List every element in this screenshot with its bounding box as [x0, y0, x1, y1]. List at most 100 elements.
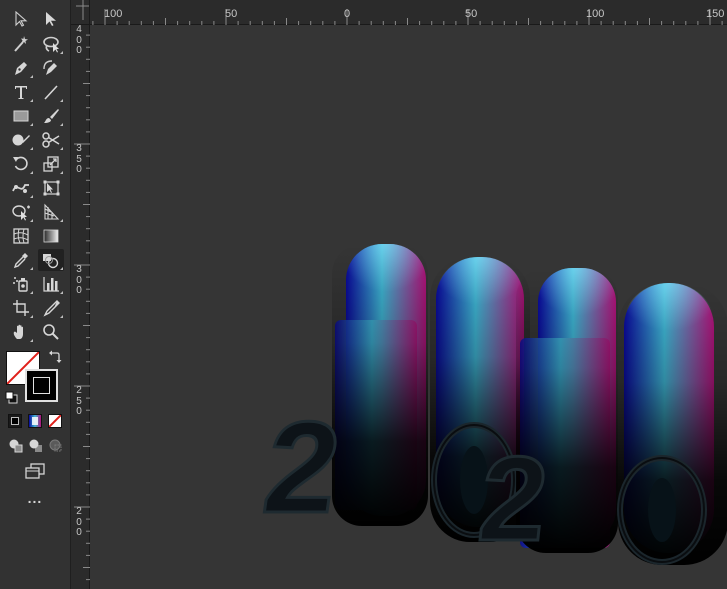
swap-arrow-icon [49, 350, 62, 363]
blend-icon [43, 254, 59, 269]
ruler-label: 300 [76, 264, 82, 296]
perspective-grid-icon [44, 203, 60, 220]
vertical-ruler-ticks [74, 34, 90, 581]
gradient-swatch-icon [32, 417, 38, 425]
default-fill-stroke-button[interactable] [5, 391, 19, 405]
scale-tool[interactable] [38, 153, 64, 175]
paintbrush-icon [44, 109, 59, 123]
zoom-tool[interactable] [38, 321, 64, 343]
gradient-mode-button[interactable] [28, 414, 42, 428]
shaper-tool[interactable] [8, 129, 34, 151]
gradient-icon [43, 229, 59, 243]
draw-normal-button[interactable] [6, 436, 26, 456]
lasso-icon [43, 36, 59, 53]
blend-tool[interactable] [38, 249, 64, 271]
digit-2-face: 2 [473, 432, 554, 566]
stroke-swatch[interactable] [25, 369, 58, 402]
symbol-sprayer-icon [13, 277, 28, 292]
ruler-label: 150 [706, 8, 725, 20]
direct-selection-tool[interactable] [38, 8, 64, 30]
lasso-tool[interactable] [38, 33, 64, 55]
slice-tool[interactable] [38, 297, 64, 319]
artboard-canvas[interactable]: 2 2 [90, 25, 727, 589]
ruler-label: 50 [465, 8, 478, 20]
rotate-tool[interactable] [8, 153, 34, 175]
column-graph-icon [43, 277, 59, 292]
gradient-tool[interactable] [38, 225, 64, 247]
selection-arrow-icon [15, 11, 28, 27]
perspective-grid-tool[interactable] [38, 201, 64, 223]
scale-icon [43, 156, 59, 172]
shape-builder-icon [12, 205, 30, 221]
eyedropper-tool[interactable] [8, 249, 34, 271]
free-transform-icon [43, 180, 60, 196]
tools-panel: ... [0, 0, 71, 589]
selection-tool[interactable] [8, 8, 34, 30]
curvature-pen-icon [43, 60, 57, 75]
stroke-swatch-inner [33, 377, 50, 394]
ruler-label: 100 [586, 8, 605, 20]
color-mode-button[interactable] [8, 414, 22, 428]
default-colors-icon [5, 391, 18, 404]
ruler-label: 350 [76, 143, 82, 175]
horizontal-ruler-ticks [92, 9, 723, 25]
swap-fill-stroke-button[interactable] [48, 350, 62, 364]
edit-toolbar-button[interactable]: ... [20, 491, 50, 508]
symbol-sprayer-tool[interactable] [8, 273, 34, 295]
type-t-icon [15, 86, 27, 99]
digit-2-face: 2 [256, 395, 349, 540]
magic-wand-icon [14, 36, 28, 52]
artwork-3d-text[interactable]: 2 2 [90, 25, 727, 589]
scissors-icon [42, 132, 60, 148]
rotate-icon [13, 156, 28, 171]
slice-knife-icon [43, 300, 60, 317]
ruler-label: 100 [104, 8, 123, 20]
pen-tool[interactable] [8, 57, 34, 79]
ruler-label: 200 [76, 506, 82, 538]
digit-extrusion [617, 283, 727, 565]
hand-icon [13, 324, 23, 339]
artboard-tool[interactable] [8, 297, 34, 319]
vertical-ruler[interactable]: 400 350 300 250 200 [71, 24, 90, 589]
screen-mode-icon [25, 463, 45, 479]
puppet-warp-icon [12, 184, 29, 193]
eyedropper-icon [13, 253, 28, 269]
mesh-tool[interactable] [8, 225, 34, 247]
direct-selection-arrow-icon [46, 12, 56, 26]
draw-behind-icon [29, 439, 42, 452]
type-tool[interactable] [8, 81, 34, 103]
solid-color-icon [11, 417, 19, 425]
change-screen-mode-button[interactable] [22, 460, 48, 482]
free-transform-tool[interactable] [38, 177, 64, 199]
line-segment-tool[interactable] [38, 81, 64, 103]
ruler-label: 50 [225, 8, 238, 20]
paintbrush-tool[interactable] [38, 105, 64, 127]
shaper-icon [12, 134, 30, 146]
none-mode-button[interactable] [48, 414, 62, 428]
hand-tool[interactable] [8, 321, 34, 343]
scissors-tool[interactable] [38, 129, 64, 151]
rectangle-icon [13, 110, 29, 122]
draw-behind-button[interactable] [26, 436, 46, 456]
draw-inside-button[interactable] [46, 436, 66, 456]
digit-extrusion: 2 [254, 244, 428, 541]
ruler-label: 250 [76, 385, 82, 417]
mesh-icon [13, 228, 29, 244]
draw-inside-icon [49, 439, 62, 452]
curvature-tool[interactable] [38, 57, 64, 79]
pen-nib-icon [15, 62, 27, 75]
draw-normal-icon [9, 439, 23, 453]
magic-wand-tool[interactable] [8, 33, 34, 55]
artboard-icon [13, 300, 29, 316]
none-icon [49, 415, 61, 427]
line-segment-icon [44, 85, 58, 100]
rectangle-tool[interactable] [8, 105, 34, 127]
column-graph-tool[interactable] [38, 273, 64, 295]
ruler-label: 0 [344, 8, 351, 20]
shape-builder-tool[interactable] [8, 201, 34, 223]
horizontal-ruler[interactable]: 100 50 0 50 100 150 [90, 0, 727, 25]
zoom-magnifier-icon [43, 324, 59, 340]
puppet-warp-tool[interactable] [8, 177, 34, 199]
ruler-origin[interactable] [71, 0, 90, 25]
ruler-label: 400 [76, 24, 82, 56]
